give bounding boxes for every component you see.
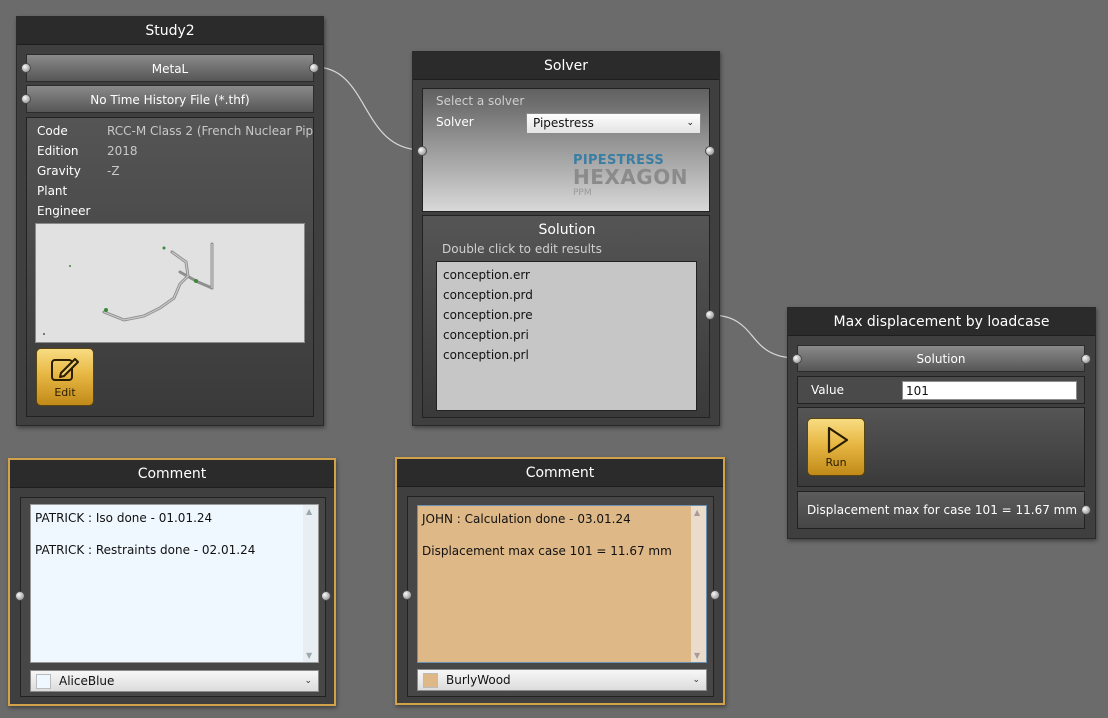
value-row: Value <box>797 376 1085 404</box>
list-item[interactable]: conception.pre <box>443 305 690 325</box>
prop-value: 2018 <box>107 144 138 158</box>
maxdisp-solution-output-port[interactable] <box>1081 354 1091 364</box>
chevron-down-icon: ⌄ <box>692 675 700 685</box>
solver-dropdown-value: Pipestress <box>533 116 594 130</box>
thf-input-port[interactable] <box>21 94 31 104</box>
material-input-port[interactable] <box>21 63 31 73</box>
run-panel: Run <box>797 407 1085 487</box>
prop-value: RCC-M Class 2 (French Nuclear Piping <box>107 124 314 138</box>
logo-line-3: PPM <box>573 188 592 198</box>
scroll-down-icon: ▼ <box>306 651 313 660</box>
comment-2-output-port[interactable] <box>710 590 720 600</box>
maxdisp-input-port[interactable] <box>792 354 802 364</box>
solver-hint: Select a solver <box>436 94 525 108</box>
solver-dropdown[interactable]: Pipestress ⌄ <box>526 113 701 134</box>
piping-isometric-drawing <box>43 242 214 335</box>
list-item[interactable]: conception.pri <box>443 325 690 345</box>
comment-node-1[interactable]: Comment PATRICK : Iso done - 01.01.24 PA… <box>8 458 336 706</box>
edit-label: Edit <box>54 386 76 399</box>
prop-value: -Z <box>107 164 120 178</box>
chevron-down-icon: ⌄ <box>686 118 694 128</box>
solution-file-list[interactable]: conception.err conception.prd conception… <box>436 261 697 411</box>
scroll-down-icon: ▼ <box>694 651 701 660</box>
solver-title: Solver <box>413 52 719 80</box>
material-output-port[interactable] <box>309 63 319 73</box>
run-label: Run <box>825 456 847 469</box>
solution-panel: Solution Double click to edit results co… <box>422 215 710 418</box>
material-label: MetaL <box>151 62 189 76</box>
list-item[interactable]: conception.prl <box>443 345 690 365</box>
scroll-up-icon: ▲ <box>306 507 313 516</box>
study-node[interactable]: Study2 MetaL No Time History File (*.thf… <box>16 16 324 426</box>
scroll-up-icon: ▲ <box>694 508 701 517</box>
comment-1-scrollbar[interactable]: ▲ ▼ <box>303 505 318 662</box>
prop-key: Engineer <box>37 204 91 218</box>
solution-hint: Double click to edit results <box>442 242 602 256</box>
prop-key: Code <box>37 124 68 138</box>
value-label: Value <box>811 383 844 397</box>
play-icon <box>827 426 849 454</box>
output-label: Displacement max for case 101 = 11.67 mm <box>806 503 1078 517</box>
prop-key: Plant <box>37 184 68 198</box>
solver-field-label: Solver <box>436 115 474 129</box>
output-port[interactable] <box>1081 505 1091 515</box>
prop-key: Edition <box>37 144 79 158</box>
solver-input-port[interactable] <box>417 146 427 156</box>
edit-button[interactable]: Edit <box>36 348 94 406</box>
solution-output-port[interactable] <box>705 310 715 320</box>
pipestress-logo: PIPESTRESS HEXAGON PPM <box>573 153 687 203</box>
solution-title: Solution <box>538 222 596 238</box>
thf-label: No Time History File (*.thf) <box>90 93 250 107</box>
edit-pencil-icon <box>51 358 79 381</box>
output-bar: Displacement max for case 101 = 11.67 mm <box>797 491 1085 529</box>
comment-1-output-port[interactable] <box>321 591 331 601</box>
study-properties-panel: Code RCC-M Class 2 (French Nuclear Pipin… <box>26 117 314 417</box>
maxdisp-node[interactable]: Max displacement by loadcase Solution Va… <box>787 307 1096 539</box>
comment-2-scrollbar[interactable]: ▲ ▼ <box>691 506 706 662</box>
comment-1-color-select[interactable]: AliceBlue ⌄ <box>30 670 319 692</box>
wire-material-to-solver <box>314 66 423 151</box>
comment-2-textarea[interactable]: JOHN : Calculation done - 03.01.24 Displ… <box>417 505 707 663</box>
comment-1-title: Comment <box>10 460 334 488</box>
study-title: Study2 <box>17 17 323 45</box>
comment-1-textarea[interactable]: PATRICK : Iso done - 01.01.24 PATRICK : … <box>30 504 319 663</box>
material-bar[interactable]: MetaL <box>26 54 314 82</box>
list-item[interactable]: conception.prd <box>443 285 690 305</box>
solver-output-port[interactable] <box>705 146 715 156</box>
color-name: BurlyWood <box>446 673 511 687</box>
comment-2-color-select[interactable]: BurlyWood ⌄ <box>417 669 707 691</box>
comment-2-input-port[interactable] <box>402 590 412 600</box>
comment-2-title: Comment <box>397 459 723 487</box>
value-input[interactable] <box>902 381 1077 400</box>
comment-2-panel: JOHN : Calculation done - 03.01.24 Displ… <box>407 496 714 697</box>
maxdisp-solution-label: Solution <box>916 352 966 366</box>
solver-select-panel: Select a solver Solver Pipestress ⌄ PIPE… <box>422 88 710 212</box>
list-item[interactable]: conception.err <box>443 265 690 285</box>
wire-solution-to-maxdisp <box>709 314 798 359</box>
maxdisp-title: Max displacement by loadcase <box>788 308 1095 336</box>
solver-node[interactable]: Solver Select a solver Solver Pipestress… <box>412 51 720 426</box>
color-name: AliceBlue <box>59 674 115 688</box>
thf-bar[interactable]: No Time History File (*.thf) <box>26 85 314 113</box>
color-swatch <box>36 674 51 689</box>
color-swatch <box>423 673 438 688</box>
comment-node-2[interactable]: Comment JOHN : Calculation done - 03.01.… <box>395 457 725 705</box>
comment-1-input-port[interactable] <box>15 591 25 601</box>
comment-1-panel: PATRICK : Iso done - 01.01.24 PATRICK : … <box>20 497 326 697</box>
prop-key: Gravity <box>37 164 81 178</box>
chevron-down-icon: ⌄ <box>304 676 312 686</box>
run-button[interactable]: Run <box>807 418 865 476</box>
maxdisp-solution-bar[interactable]: Solution <box>797 345 1085 372</box>
logo-line-2: HEXAGON <box>573 165 688 189</box>
piping-preview-image <box>35 223 305 343</box>
